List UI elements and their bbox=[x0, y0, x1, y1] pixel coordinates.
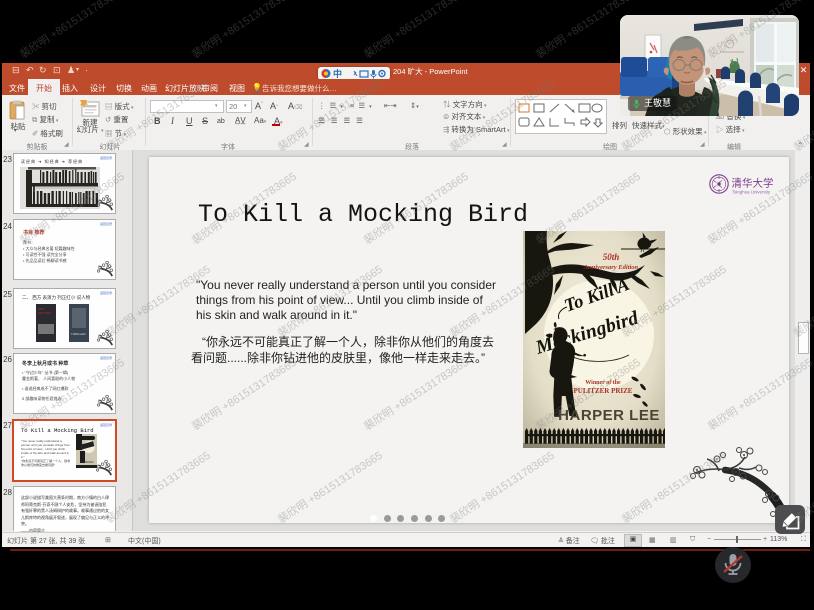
svg-text:Tsinghua University: Tsinghua University bbox=[732, 190, 771, 195]
svg-text:Winner of the: Winner of the bbox=[585, 380, 621, 386]
svg-text:HARPER LEE: HARPER LEE bbox=[558, 407, 660, 424]
svg-text:Anniversary Edition: Anniversary Edition bbox=[583, 264, 639, 271]
svg-text:清华大学: 清华大学 bbox=[732, 177, 774, 190]
svg-text:50th: 50th bbox=[603, 252, 620, 262]
svg-text:PULITZER PRIZE: PULITZER PRIZE bbox=[574, 387, 633, 395]
svg-text:中: 中 bbox=[333, 68, 342, 79]
